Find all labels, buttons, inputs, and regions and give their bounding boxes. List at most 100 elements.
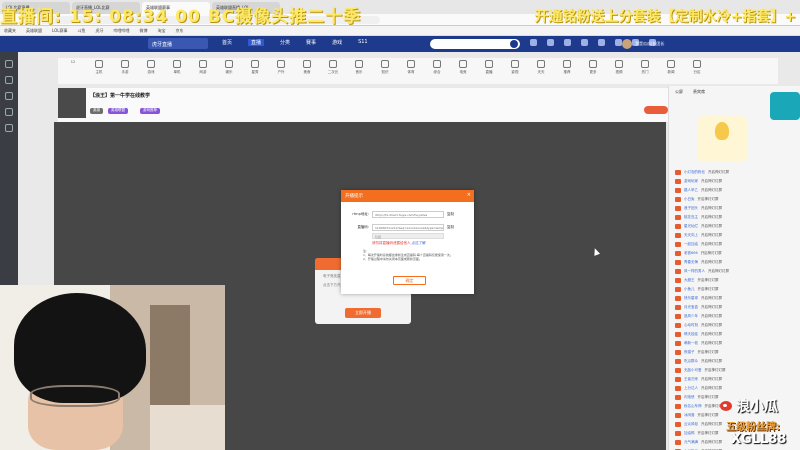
chat-username[interactable]: 闪电侠 bbox=[684, 395, 695, 400]
side-ad-badge[interactable] bbox=[770, 92, 800, 120]
chat-username[interactable]: 老铁666 bbox=[684, 251, 698, 256]
nav-item[interactable]: 分类 bbox=[280, 39, 290, 46]
chat-username[interactable]: 星光灿烂 bbox=[684, 224, 698, 229]
bookmark-item[interactable]: 虎牙 bbox=[95, 28, 103, 34]
copy-rtmp-button[interactable]: 复制 bbox=[447, 212, 454, 217]
chat-username[interactable]: 王者归来 bbox=[684, 377, 698, 382]
start-live-button[interactable]: 立即开播 bbox=[345, 308, 381, 318]
category-item[interactable]: 视频 bbox=[610, 60, 628, 82]
bookmark-item[interactable]: 收藏夹 bbox=[4, 28, 16, 34]
category-item[interactable]: 游戏 bbox=[142, 60, 160, 82]
chat-username[interactable]: 大魔王 bbox=[684, 278, 695, 283]
message-icon[interactable] bbox=[598, 39, 605, 46]
room-tag[interactable]: 游戏推荐 bbox=[140, 108, 160, 114]
category-item[interactable]: 网游 bbox=[194, 60, 212, 82]
bookmark-item[interactable]: 京东 bbox=[175, 28, 183, 34]
category-item[interactable]: 热门 bbox=[636, 60, 654, 82]
chat-username[interactable]: 一起加油 bbox=[684, 242, 698, 247]
category-item[interactable]: 二次元 bbox=[324, 60, 342, 82]
category-item[interactable]: 电竞 bbox=[454, 60, 472, 82]
tab-vip[interactable]: 贵宾席 bbox=[693, 89, 705, 95]
site-logo[interactable]: 虎牙直播 bbox=[148, 38, 208, 49]
category-item[interactable]: 知识 bbox=[376, 60, 394, 82]
bookmark-item[interactable]: 微博 bbox=[139, 28, 147, 34]
download-icon[interactable] bbox=[564, 39, 571, 46]
category-item[interactable]: 新闻 bbox=[662, 60, 680, 82]
category-item[interactable]: 天天 bbox=[532, 60, 550, 82]
chat-username[interactable]: 无敌小可爱 bbox=[684, 368, 702, 373]
nav-item-active[interactable]: 直播 bbox=[248, 39, 265, 46]
chat-username[interactable]: 小白兔 bbox=[684, 197, 695, 202]
category-item[interactable]: 户外 bbox=[272, 60, 290, 82]
chat-username[interactable]: 路人甲乙 bbox=[684, 188, 698, 193]
hide-code-toggle[interactable]: 隐藏 bbox=[372, 233, 444, 239]
confirm-button[interactable]: 确定 bbox=[393, 276, 426, 285]
category-icon[interactable] bbox=[5, 92, 13, 100]
home-icon[interactable] bbox=[5, 60, 13, 68]
chat-username[interactable]: 秋名山车神 bbox=[684, 404, 702, 409]
category-item[interactable]: 更多 bbox=[584, 60, 602, 82]
chat-username[interactable]: 吃瓜群众 bbox=[684, 359, 698, 364]
bookmark-item[interactable]: 淘宝 bbox=[157, 28, 165, 34]
avatar[interactable] bbox=[622, 39, 632, 49]
task-icon[interactable] bbox=[615, 39, 622, 46]
room-tag[interactable]: 英雄联盟 bbox=[108, 108, 128, 114]
nav-item[interactable]: 游戏 bbox=[332, 39, 342, 46]
copy-key-button[interactable]: 复制 bbox=[447, 225, 454, 230]
category-item[interactable]: 直播 bbox=[480, 60, 498, 82]
category-item[interactable]: 美食 bbox=[298, 60, 316, 82]
category-item[interactable]: 单机 bbox=[168, 60, 186, 82]
bookmark-item[interactable]: 斗鱼 bbox=[77, 28, 85, 34]
chat-username[interactable]: 小鱼儿 bbox=[684, 287, 695, 292]
category-item[interactable]: 分区 bbox=[688, 60, 706, 82]
chat-username[interactable]: 小灯泡的粉丝 bbox=[684, 170, 705, 175]
user-menu[interactable]: 我是瓜瓜/长团长 bbox=[622, 38, 692, 50]
chat-username[interactable]: 游戏玩家 bbox=[684, 179, 698, 184]
bookmark-item[interactable]: LOL赛事 bbox=[52, 28, 67, 34]
chat-username[interactable]: 加油鸭 bbox=[684, 431, 695, 436]
chat-username[interactable]: 萌新一枚 bbox=[684, 341, 698, 346]
live-icon[interactable] bbox=[581, 39, 588, 46]
follow-icon[interactable] bbox=[5, 76, 13, 84]
category-item[interactable]: 手游 bbox=[116, 60, 134, 82]
chat-username[interactable]: 浪子回头 bbox=[684, 206, 698, 211]
category-item[interactable]: 综合 bbox=[428, 60, 446, 82]
nav-item[interactable]: 赛事 bbox=[306, 39, 316, 46]
room-avatar[interactable] bbox=[58, 88, 86, 118]
game-icon[interactable] bbox=[5, 108, 13, 116]
chat-username[interactable]: 晴天娃娃 bbox=[684, 332, 698, 337]
chat-username[interactable]: 元气满满 bbox=[684, 440, 698, 445]
room-tag[interactable]: 英雄 bbox=[90, 108, 103, 114]
category-item[interactable]: 推荐 bbox=[558, 60, 576, 82]
tab-public-chat[interactable]: 公屏 bbox=[675, 89, 683, 95]
chat-username[interactable]: 冰阔落 bbox=[684, 413, 695, 418]
chat-username[interactable]: 青春无悔 bbox=[684, 260, 698, 265]
chat-username[interactable]: 上分达人 bbox=[684, 386, 698, 391]
chat-username[interactable]: 天天向上 bbox=[684, 233, 698, 238]
nav-item[interactable]: 首页 bbox=[222, 39, 232, 46]
category-item[interactable]: 音乐 bbox=[350, 60, 368, 82]
rtmp-field[interactable]: rtmp://tx.direct.huya.com/huyalive bbox=[372, 211, 444, 218]
chat-username[interactable]: 夜猫子 bbox=[684, 350, 695, 355]
chat-username[interactable]: 心动时刻 bbox=[684, 323, 698, 328]
category-item[interactable]: 星秀 bbox=[246, 60, 264, 82]
category-item[interactable]: 主机 bbox=[90, 60, 108, 82]
nav-item[interactable]: S11 bbox=[358, 39, 368, 46]
category-item[interactable]: 影视 bbox=[506, 60, 524, 82]
category-item[interactable]: 娱乐 bbox=[220, 60, 238, 82]
chat-username[interactable]: 云淡风轻 bbox=[684, 422, 698, 427]
chat-username[interactable]: 追风少年 bbox=[684, 314, 698, 319]
chat-username[interactable]: 快乐星球 bbox=[684, 296, 698, 301]
bookmark-item[interactable]: 哔哩哔哩 bbox=[113, 28, 129, 34]
chat-username[interactable]: 桃花岛主 bbox=[684, 215, 698, 220]
search-icon[interactable] bbox=[510, 40, 518, 48]
search-input[interactable] bbox=[430, 39, 520, 49]
chat-username[interactable]: 月光宝盒 bbox=[684, 305, 698, 310]
close-icon[interactable]: × bbox=[467, 192, 471, 198]
trophy-icon[interactable] bbox=[5, 124, 13, 132]
category-item[interactable]: 体育 bbox=[402, 60, 420, 82]
subscribe-button[interactable] bbox=[644, 106, 668, 114]
history-icon[interactable] bbox=[530, 39, 537, 46]
learn-more-link[interactable]: 点这了解 bbox=[412, 241, 426, 245]
stream-key-field[interactable]: 1199307xxxxx?seq=xxxxxxxxxx&type=simple bbox=[372, 224, 444, 231]
